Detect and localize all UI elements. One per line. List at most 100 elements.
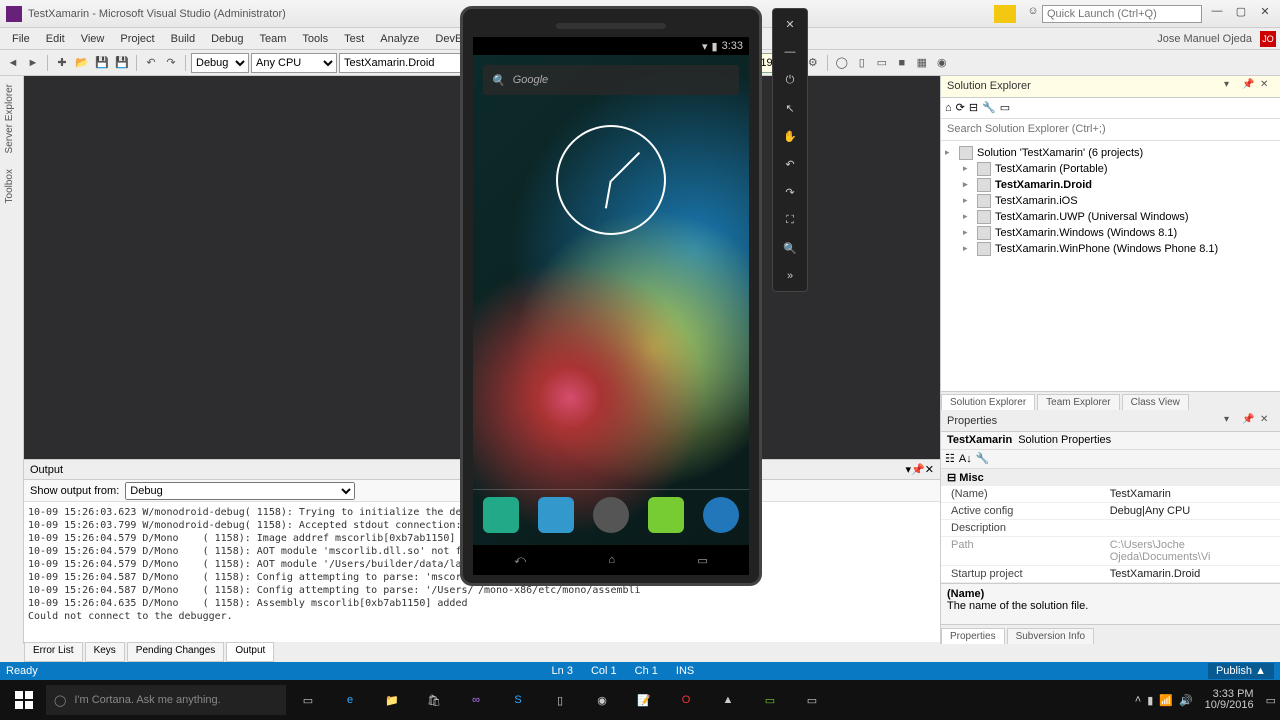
properties-grid[interactable]: ⊟ Misc (Name)TestXamarin Active configDe…	[941, 469, 1280, 583]
output-source-select[interactable]: Debug	[125, 482, 355, 500]
tab-error-list[interactable]: Error List	[24, 642, 83, 662]
panel-dropdown-icon[interactable]: ▾	[1224, 414, 1238, 428]
tray-up-icon[interactable]: ˄	[1135, 694, 1141, 706]
config-select[interactable]: Debug	[191, 53, 249, 73]
emu-power-icon[interactable]: ⏻	[779, 69, 801, 91]
system-tray[interactable]: ˄ ▮ 📶 🔊 3:33 PM10/9/2016 ▭	[1135, 689, 1276, 711]
tool-icon-3[interactable]: ▯	[853, 54, 871, 72]
tool-icon-5[interactable]: ■	[893, 54, 911, 72]
tab-properties[interactable]: Properties	[941, 628, 1005, 644]
tab-output[interactable]: Output	[226, 642, 274, 662]
project-node[interactable]: ▸TestXamarin.Droid	[941, 177, 1280, 193]
project-node[interactable]: ▸TestXamarin.iOS	[941, 193, 1280, 209]
vs-icon[interactable]: ∞	[456, 684, 496, 716]
messaging-app-icon[interactable]	[648, 497, 684, 533]
tool-icon-2[interactable]: ◯	[833, 54, 851, 72]
cortana-search[interactable]: ◯ I'm Cortana. Ask me anything.	[46, 685, 286, 715]
tool-icon-6[interactable]: ▦	[913, 54, 931, 72]
tray-volume-icon[interactable]: 🔊	[1179, 694, 1193, 707]
back-icon[interactable]: ⤺	[514, 554, 526, 567]
app-icon-3[interactable]: ▭	[792, 684, 832, 716]
project-node[interactable]: ▸TestXamarin (Portable)	[941, 161, 1280, 177]
user-badge[interactable]: JO	[1260, 31, 1276, 47]
tray-battery-icon[interactable]: ▮	[1147, 694, 1153, 707]
emu-minimize-icon[interactable]: —	[779, 41, 801, 63]
categorize-icon[interactable]: ☷	[945, 452, 955, 465]
phone-app-icon[interactable]	[483, 497, 519, 533]
user-name[interactable]: Jose Manuel Ojeda	[1157, 33, 1252, 45]
nav-back-icon[interactable]: ◄	[4, 54, 22, 72]
tab-team-explorer[interactable]: Team Explorer	[1037, 394, 1119, 410]
clock-widget[interactable]	[556, 125, 666, 235]
menu-view[interactable]: View	[73, 31, 113, 47]
explorer-icon[interactable]: 📁	[372, 684, 412, 716]
project-node[interactable]: ▸TestXamarin.Windows (Windows 8.1)	[941, 225, 1280, 241]
emulator-screen[interactable]: 🔍 Google	[473, 55, 749, 545]
menu-file[interactable]: File	[4, 31, 38, 47]
recents-icon[interactable]: ▭	[697, 554, 707, 567]
tab-solution-explorer[interactable]: Solution Explorer	[941, 394, 1035, 410]
server-explorer-tab[interactable]: Server Explorer	[0, 76, 19, 161]
panel-pin-icon[interactable]: 📌	[1242, 79, 1256, 93]
home-icon[interactable]: ⌂	[945, 102, 952, 114]
emu-rotate-right-icon[interactable]: ↷	[779, 181, 801, 203]
skype-icon[interactable]: S	[498, 684, 538, 716]
menu-tools[interactable]: Tools	[294, 31, 336, 47]
project-node[interactable]: ▸TestXamarin.UWP (Universal Windows)	[941, 209, 1280, 225]
close-button[interactable]: ✕	[1256, 5, 1274, 23]
tab-class-view[interactable]: Class View	[1122, 394, 1189, 410]
notifications-icon[interactable]: ▭	[1266, 694, 1276, 707]
emu-rotate-left-icon[interactable]: ↶	[779, 153, 801, 175]
task-view-icon[interactable]: ▭	[288, 684, 328, 716]
home-icon[interactable]: ⌂	[608, 554, 615, 566]
show-all-icon[interactable]: ▭	[1000, 101, 1010, 114]
redo-icon[interactable]: ↷	[162, 54, 180, 72]
notification-icon[interactable]	[994, 5, 1016, 23]
solution-root-node[interactable]: ▸ Solution 'TestXamarin' (6 projects)	[941, 145, 1280, 161]
minimize-button[interactable]: —	[1208, 5, 1226, 23]
tray-clock[interactable]: 3:33 PM10/9/2016	[1199, 689, 1260, 711]
panel-close-icon[interactable]: ✕	[1260, 414, 1274, 428]
panel-pin-icon[interactable]: 📌	[1242, 414, 1256, 428]
app-icon-2[interactable]: ▭	[750, 684, 790, 716]
properties-icon[interactable]: 🔧	[982, 101, 996, 114]
quick-launch-input[interactable]	[1042, 5, 1202, 23]
menu-project[interactable]: Project	[112, 31, 162, 47]
store-icon[interactable]: 🛍	[414, 684, 454, 716]
tool-icon-4[interactable]: ▭	[873, 54, 891, 72]
emu-cursor-icon[interactable]: ↖	[779, 97, 801, 119]
collapse-icon[interactable]: ⊟	[969, 101, 978, 114]
refresh-icon[interactable]: ⟳	[956, 101, 965, 114]
save-icon[interactable]: 💾	[93, 54, 111, 72]
panel-close-icon[interactable]: ✕	[1260, 79, 1274, 93]
nav-fwd-icon[interactable]: ►	[24, 54, 42, 72]
contacts-app-icon[interactable]	[538, 497, 574, 533]
emu-more-icon[interactable]: »	[779, 265, 801, 287]
expand-icon[interactable]: ▸	[945, 147, 955, 158]
feedback-icon[interactable]: ☺	[1024, 5, 1042, 23]
emu-touch-icon[interactable]: ✋	[779, 125, 801, 147]
platform-select[interactable]: Any CPU	[251, 53, 337, 73]
tab-keys[interactable]: Keys	[85, 642, 125, 662]
project-node[interactable]: ▸TestXamarin.WinPhone (Windows Phone 8.1…	[941, 241, 1280, 257]
apps-drawer-icon[interactable]	[593, 497, 629, 533]
undo-icon[interactable]: ↶	[142, 54, 160, 72]
properties-object[interactable]: TestXamarin Solution Properties	[941, 432, 1280, 450]
menu-edit[interactable]: Edit	[38, 31, 73, 47]
android-emulator[interactable]: ▾ ▮ 3:33 🔍 Google ⤺ ⌂ ▭	[460, 6, 762, 586]
solution-search-input[interactable]	[941, 119, 1280, 140]
google-search-bar[interactable]: 🔍 Google	[483, 65, 739, 95]
output-text[interactable]: 10-09 15:26:03.623 W/monodroid-debug( 11…	[24, 502, 474, 642]
browser-app-icon[interactable]	[703, 497, 739, 533]
tool-icon-7[interactable]: ◉	[933, 54, 951, 72]
start-button[interactable]	[4, 684, 44, 716]
solution-tree[interactable]: ▸ Solution 'TestXamarin' (6 projects) ▸T…	[941, 141, 1280, 391]
panel-pin-icon[interactable]: 📌	[911, 463, 925, 476]
tray-wifi-icon[interactable]: 📶	[1159, 694, 1173, 707]
panel-dropdown-icon[interactable]: ▾	[1224, 79, 1238, 93]
emu-close-icon[interactable]: ✕	[779, 13, 801, 35]
emu-fit-icon[interactable]: ⛶	[779, 209, 801, 231]
open-icon[interactable]: 📂	[73, 54, 91, 72]
publish-button[interactable]: Publish ▲	[1208, 663, 1274, 679]
tab-pending-changes[interactable]: Pending Changes	[127, 642, 225, 662]
